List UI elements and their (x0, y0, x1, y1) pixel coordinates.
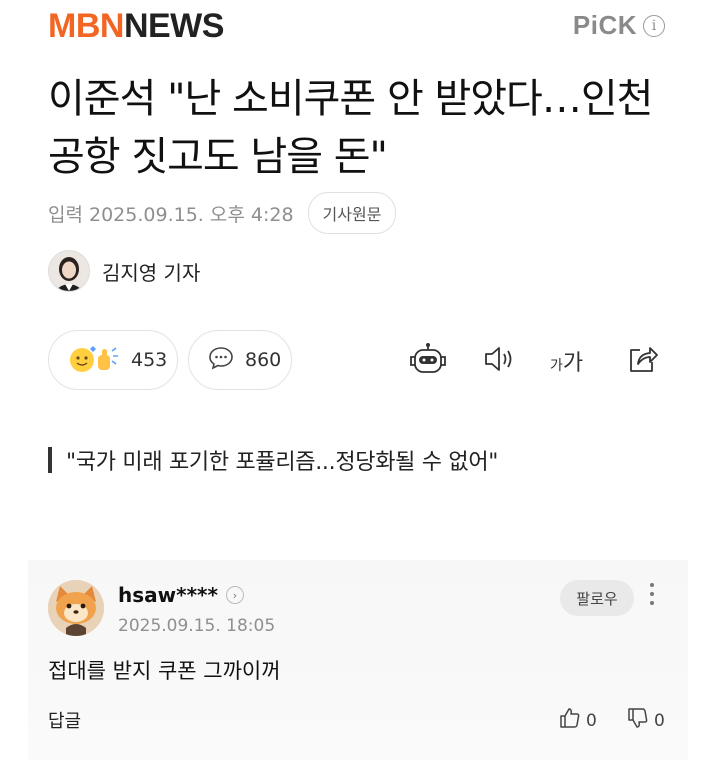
pick-badge[interactable]: PiCK i (573, 10, 665, 41)
like-count: 0 (586, 710, 597, 731)
info-icon[interactable]: i (643, 14, 665, 37)
logo-news: NEWS (123, 7, 225, 45)
font-small-glyph: 가 (550, 358, 563, 374)
font-size-icon[interactable]: 가가 (550, 345, 583, 377)
commenter-avatar[interactable] (48, 580, 104, 636)
comments-button[interactable]: 860 (188, 330, 292, 390)
article-meta: 입력 2025.09.15. 오후 4:28 기사원문 (48, 192, 397, 234)
mbn-news-logo[interactable]: MBNNEWS (48, 6, 224, 46)
reply-button[interactable]: 답글 (48, 707, 81, 733)
reaction-count: 453 (131, 349, 168, 371)
more-vertical-icon[interactable] (650, 583, 654, 605)
reporter[interactable]: 김지영 기자 (48, 250, 200, 292)
share-icon[interactable] (626, 342, 660, 380)
reaction-button[interactable]: 453 (48, 330, 178, 390)
comment-bubble-icon (207, 345, 235, 375)
subheading-text: "국가 미래 포기한 포퓰리즘...정당화될 수 없어" (66, 450, 499, 475)
thumbs-down-icon (626, 706, 650, 735)
dislike-button[interactable]: 0 (626, 706, 665, 735)
reaction-emoji-icon (67, 341, 121, 379)
dislike-count: 0 (654, 710, 665, 731)
robot-summary-icon[interactable] (408, 342, 448, 382)
follow-button[interactable]: 팔로우 (560, 580, 634, 616)
article-subheading: "국가 미래 포기한 포퓰리즘...정당화될 수 없어" (48, 444, 498, 476)
comment-timestamp: 2025.09.15. 18:05 (118, 616, 276, 636)
original-article-button[interactable]: 기사원문 (307, 192, 397, 234)
font-large-glyph: 가 (562, 351, 584, 376)
comment-count: 860 (245, 349, 282, 371)
speaker-icon[interactable] (482, 342, 518, 380)
thumbs-up-icon (558, 706, 582, 735)
pick-label: PiCK (572, 10, 637, 40)
chevron-right-icon[interactable]: › (225, 586, 244, 604)
commenter-username[interactable]: hsaw**** (118, 583, 218, 607)
commenter-info[interactable]: hsaw**** › (118, 583, 244, 607)
reporter-name: 김지영 기자 (102, 260, 201, 285)
reporter-avatar (48, 250, 90, 292)
logo-mbn: MBN (48, 7, 124, 45)
article-title: 이준석 "난 소비쿠폰 안 받았다…인천공항 짓고도 남을 돈" (48, 76, 653, 180)
like-button[interactable]: 0 (558, 706, 597, 735)
published-date: 입력 2025.09.15. 오후 4:28 (48, 203, 294, 226)
quote-bar (48, 447, 52, 473)
comment-text: 접대를 받지 쿠폰 그까이꺼 (48, 659, 281, 683)
